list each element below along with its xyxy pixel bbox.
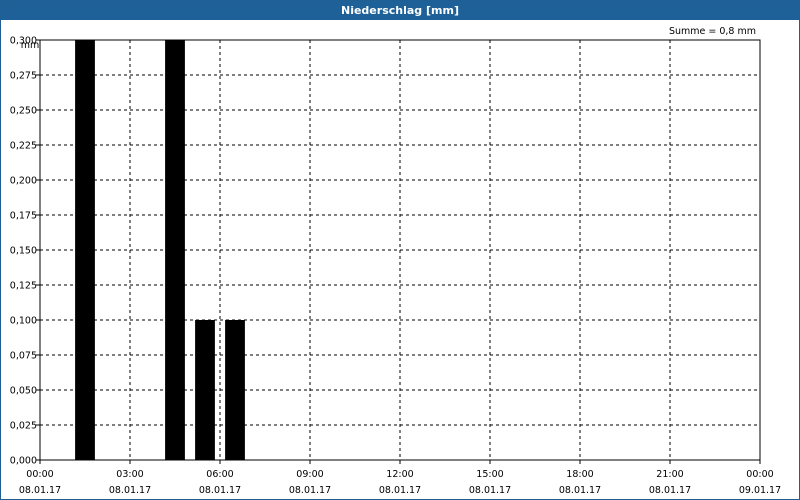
y-tick-label: 0,175 — [10, 211, 37, 222]
bar — [75, 40, 95, 460]
x-tick-date: 08.01.17 — [649, 485, 691, 496]
x-tick-time: 03:00 — [116, 469, 143, 480]
precipitation-chart: 0,000 0,025 0,050 0,075 0,100 0,125 0,150 0,175… — [10, 26, 781, 496]
y-tick-label: 0,150 — [10, 246, 37, 257]
y-tick-label: 0,050 — [10, 386, 37, 397]
x-tick-time: 21:00 — [656, 469, 683, 480]
x-tick-date: 08.01.17 — [289, 485, 331, 496]
y-tick-label: 0,225 — [10, 141, 37, 152]
x-tick-date: 08.01.17 — [469, 485, 511, 496]
y-tick-label: 0,125 — [10, 281, 37, 292]
y-axis: 0,000 0,025 0,050 0,075 0,100 0,125 0,150 0,175… — [10, 36, 40, 467]
x-tick-time: 06:00 — [206, 469, 233, 480]
bar — [165, 40, 185, 460]
x-tick-date: 08.01.17 — [559, 485, 601, 496]
y-tick-label: 0,275 — [10, 71, 37, 82]
y-tick-label: 0,075 — [10, 351, 37, 362]
x-tick-date: 08.01.17 — [19, 485, 61, 496]
grid — [40, 40, 760, 460]
y-tick-label: 0,025 — [10, 421, 37, 432]
bar — [195, 320, 215, 460]
x-tick-time: 09:00 — [296, 469, 323, 480]
x-axis: 00:00 08.01.17 03:00 08.01.17 06:00 08.01.17 0… — [19, 460, 781, 496]
y-tick-label: 0,250 — [10, 106, 37, 117]
x-tick-time: 00:00 — [746, 469, 773, 480]
x-tick-date: 08.01.17 — [109, 485, 151, 496]
y-tick-label: 0,100 — [10, 316, 37, 327]
bar — [225, 320, 245, 460]
sum-annotation: Summe = 0,8 mm — [669, 26, 756, 37]
x-tick-date: 09.01.17 — [739, 485, 781, 496]
y-axis-label: mm — [21, 40, 40, 51]
x-tick-time: 00:00 — [26, 469, 53, 480]
x-tick-date: 08.01.17 — [199, 485, 241, 496]
y-tick-label: 0,000 — [10, 456, 37, 467]
y-tick-label: 0,200 — [10, 176, 37, 187]
x-tick-time: 15:00 — [476, 469, 503, 480]
x-tick-time: 18:00 — [566, 469, 593, 480]
x-tick-time: 12:00 — [386, 469, 413, 480]
x-tick-date: 08.01.17 — [379, 485, 421, 496]
